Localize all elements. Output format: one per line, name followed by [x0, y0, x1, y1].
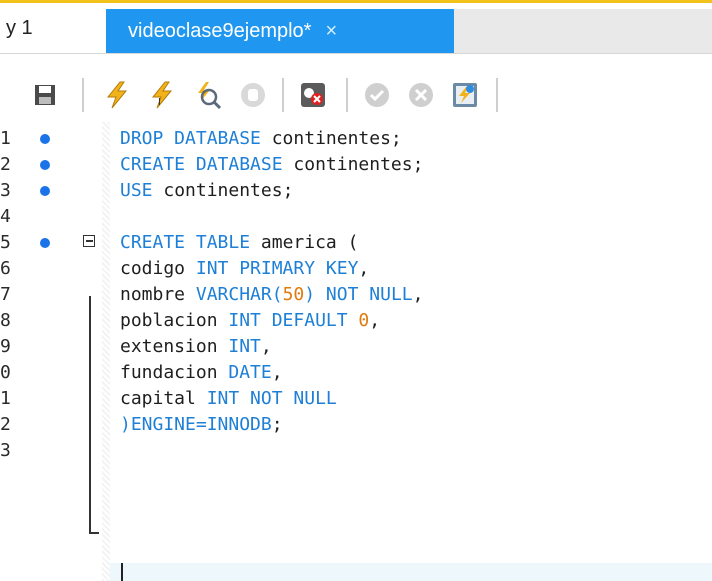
code-line[interactable]: 2 )ENGINE=INNODB; [0, 412, 712, 438]
sql-identifier: continentes; [271, 128, 402, 149]
statement-marker-icon[interactable] [40, 160, 50, 170]
sql-identifier: continentes; [163, 180, 294, 201]
line-number: 8 [0, 310, 11, 331]
sql-identifier: nombre [120, 284, 196, 305]
sql-keyword: VARCHAR( [195, 284, 283, 305]
code-text: USE continentes; [120, 178, 293, 204]
toolbar-separator [496, 78, 498, 112]
sql-number: 50 [282, 284, 305, 305]
current-line-highlight [110, 563, 712, 581]
sql-identifier: , [369, 310, 381, 331]
statement-marker-icon[interactable] [40, 238, 50, 248]
code-line[interactable]: 1 DROP DATABASE continentes; [0, 126, 712, 152]
save-icon[interactable] [28, 78, 62, 112]
line-number: 1 [0, 388, 11, 409]
line-number: 0 [0, 362, 11, 383]
code-line[interactable]: 9 extension INT, [0, 334, 712, 360]
svg-text:I: I [158, 97, 161, 108]
sql-keyword: INT NOT NULL [206, 388, 337, 409]
tab-active-label: videoclase9ejemplo* [128, 19, 312, 42]
autocommit-icon[interactable] [448, 78, 482, 112]
toggle-error-icon[interactable] [296, 78, 330, 112]
code-line[interactable]: 6 codigo INT PRIMARY KEY, [0, 256, 712, 282]
execute-icon[interactable] [100, 78, 134, 112]
code-text: )ENGINE=INNODB; [120, 412, 283, 438]
line-number: 3 [0, 440, 11, 461]
code-line[interactable]: 3 USE continentes; [0, 178, 712, 204]
sql-identifier: continentes; [293, 154, 424, 175]
tab-bar-empty-area [454, 9, 712, 53]
tab-bar: y 1 videoclase9ejemplo* × [0, 3, 712, 54]
sql-identifier: poblacion [120, 310, 229, 331]
toolbar-separator [82, 78, 84, 112]
code-line[interactable]: 5 CREATE TABLE america ( [0, 230, 712, 256]
code-line[interactable]: 0 fundacion DATE, [0, 360, 712, 386]
sql-toolbar: I [0, 54, 712, 122]
tab-previous[interactable]: y 1 [0, 3, 105, 53]
sql-editor[interactable]: 1 DROP DATABASE continentes; 2 CREATE DATAB… [0, 122, 712, 581]
code-text: DROP DATABASE continentes; [120, 126, 402, 152]
execute-current-icon[interactable]: I [145, 78, 179, 112]
statement-marker-icon[interactable] [40, 134, 50, 144]
rollback-icon[interactable] [404, 78, 438, 112]
line-number: 1 [0, 128, 11, 149]
sql-identifier: ; [271, 414, 283, 435]
sql-identifier: fundacion [120, 362, 229, 383]
code-line[interactable]: 1 capital INT NOT NULL [0, 386, 712, 412]
line-number: 2 [0, 154, 11, 175]
sql-keyword: USE [120, 180, 164, 201]
code-line[interactable]: 8 poblacion INT DEFAULT 0, [0, 308, 712, 334]
code-text: CREATE DATABASE continentes; [120, 152, 423, 178]
explain-icon[interactable] [190, 78, 224, 112]
code-line[interactable]: 4 [0, 204, 712, 230]
tab-active[interactable]: videoclase9ejemplo* × [106, 9, 454, 53]
toolbar-separator [346, 78, 348, 112]
line-number: 9 [0, 336, 11, 357]
sql-identifier: , [271, 362, 283, 383]
sql-keyword: CREATE TABLE [120, 232, 261, 253]
line-number: 6 [0, 258, 11, 279]
close-tab-icon[interactable]: × [325, 20, 337, 43]
text-caret [121, 563, 123, 581]
code-text: nombre VARCHAR(50) NOT NULL, [120, 282, 423, 308]
code-line[interactable]: 2 CREATE DATABASE continentes; [0, 152, 712, 178]
sql-keyword: INT [228, 336, 261, 357]
sql-number: 0 [358, 310, 370, 331]
sql-keyword: DROP DATABASE [120, 128, 272, 149]
code-line[interactable]: 7 nombre VARCHAR(50) NOT NULL, [0, 282, 712, 308]
sql-keyword: INT DEFAULT [228, 310, 359, 331]
code-text: codigo INT PRIMARY KEY, [120, 256, 369, 282]
code-text: poblacion INT DEFAULT 0, [120, 308, 380, 334]
sql-keyword: DATE [228, 362, 272, 383]
code-line[interactable]: 3 [0, 438, 712, 464]
stop-icon[interactable] [236, 78, 270, 112]
sql-identifier: , [260, 336, 272, 357]
sql-keyword: CREATE DATABASE [120, 154, 294, 175]
code-text: capital INT NOT NULL [120, 386, 337, 412]
sql-identifier: codigo [120, 258, 196, 279]
commit-icon[interactable] [360, 78, 394, 112]
line-number: 2 [0, 414, 11, 435]
line-number: 7 [0, 284, 11, 305]
sql-identifier: capital [120, 388, 207, 409]
sql-keyword: ) NOT NULL [304, 284, 413, 305]
sql-keyword: INT PRIMARY KEY [195, 258, 359, 279]
sql-keyword: )ENGINE=INNODB [120, 414, 272, 435]
sql-identifier: america ( [260, 232, 359, 253]
line-number: 5 [0, 232, 11, 253]
statement-marker-icon[interactable] [40, 186, 50, 196]
sql-identifier: , [412, 284, 424, 305]
line-number: 4 [0, 206, 11, 227]
sql-identifier: extension [120, 336, 229, 357]
toolbar-separator [282, 78, 284, 112]
fold-collapse-icon[interactable] [83, 235, 95, 247]
fold-guide-end [89, 532, 99, 534]
code-text: extension INT, [120, 334, 272, 360]
sql-identifier: , [358, 258, 370, 279]
code-text: fundacion DATE, [120, 360, 283, 386]
code-text: CREATE TABLE america ( [120, 230, 358, 256]
line-number: 3 [0, 180, 11, 201]
